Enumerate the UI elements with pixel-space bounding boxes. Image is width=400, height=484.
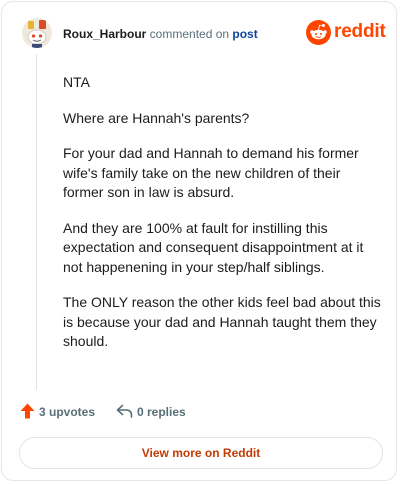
reddit-wordmark: reddit [334, 21, 386, 42]
comment-paragraph: For your dad and Hannah to demand his fo… [63, 145, 359, 200]
upvotes-stat[interactable]: 3 upvotes [20, 402, 110, 422]
post-link[interactable]: post [232, 27, 257, 41]
comment-paragraph: NTA [63, 74, 90, 90]
comment-body: NTA Where are Hannah's parents? For your… [63, 73, 383, 368]
replies-stat[interactable]: 0 replies [116, 402, 216, 422]
comment-paragraph: The ONLY reason the other kids feel bad … [63, 294, 381, 349]
upvotes-count: 3 upvotes [39, 405, 96, 419]
thread-line [36, 54, 37, 390]
comment-meta: Roux_Harbour commented on post [63, 27, 258, 41]
comment-footer: 3 upvotes 0 replies [20, 402, 376, 422]
comment-header: Roux_Harbour commented on post reddit [22, 18, 386, 54]
avatar[interactable] [22, 18, 52, 48]
comment-embed-card: Roux_Harbour commented on post reddit NT… [1, 1, 397, 481]
upvote-arrow-icon [20, 403, 35, 419]
comment-paragraph: And they are 100% at fault for instillin… [63, 219, 364, 275]
username-link[interactable]: Roux_Harbour [63, 27, 146, 41]
replies-count: 0 replies [137, 405, 186, 419]
avatar-icon [22, 18, 52, 48]
reply-arrow-icon [116, 404, 133, 418]
reddit-logo-icon [306, 20, 331, 45]
comment-paragraph: Where are Hannah's parents? [63, 109, 250, 126]
view-more-button[interactable]: View more on Reddit [19, 437, 383, 469]
action-text: commented on [146, 27, 233, 41]
reddit-brand[interactable]: reddit [306, 20, 386, 46]
